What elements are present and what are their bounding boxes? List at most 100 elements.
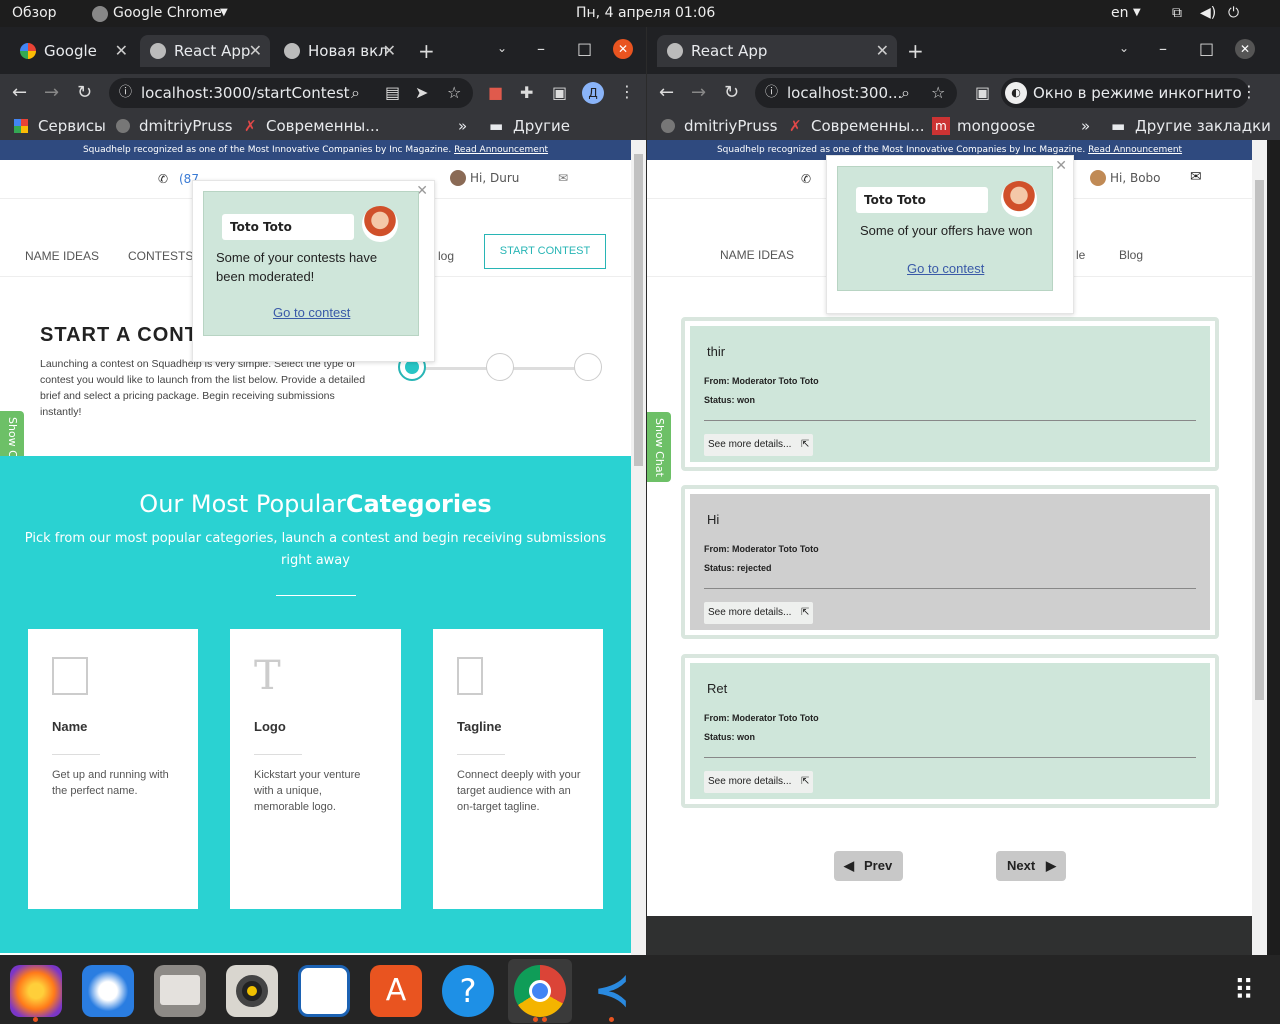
category-card-logo[interactable]: T Logo Kickstart your venture with a uni… bbox=[230, 629, 401, 909]
next-label: Next bbox=[1007, 858, 1036, 873]
network-icon[interactable]: ⧉ bbox=[1172, 5, 1182, 21]
arrow-left-icon: ◀ bbox=[844, 858, 854, 873]
step-3 bbox=[574, 353, 602, 381]
tab-new[interactable]: Новая вкл ✕ bbox=[274, 35, 404, 67]
app-menu[interactable]: Google Chrome bbox=[113, 5, 222, 21]
bookmark-modern[interactable]: Современны... bbox=[811, 112, 925, 140]
more-bookmarks-icon[interactable]: » bbox=[1081, 112, 1090, 140]
window-close-icon[interactable]: ✕ bbox=[613, 39, 633, 59]
close-icon[interactable]: ✕ bbox=[115, 35, 128, 67]
new-tab-icon[interactable]: + bbox=[907, 39, 924, 63]
language-indicator[interactable]: en bbox=[1111, 5, 1129, 21]
close-icon[interactable]: ✕ bbox=[876, 35, 889, 67]
mail-icon[interactable]: ✉ bbox=[558, 171, 568, 185]
zoom-icon[interactable]: ⌕ bbox=[901, 78, 910, 108]
go-to-contest-link[interactable]: Go to contest bbox=[907, 261, 984, 276]
forward-icon[interactable]: → bbox=[691, 82, 706, 103]
new-tab-icon[interactable]: + bbox=[418, 39, 435, 63]
vscode-icon[interactable]: ≺ bbox=[586, 965, 638, 1017]
see-more-button[interactable]: See more details... ⇱ bbox=[704, 602, 814, 624]
nav-name-ideas[interactable]: NAME IDEAS bbox=[720, 248, 794, 262]
address-bar[interactable]: ⓘ localhost:300... ⌕ ☆ bbox=[755, 78, 957, 108]
bookmark-services[interactable]: Сервисы bbox=[38, 112, 106, 140]
start-contest-button[interactable]: START CONTEST bbox=[484, 234, 606, 269]
overview-button[interactable]: Обзор bbox=[12, 5, 57, 21]
extension-icon[interactable]: ■ bbox=[488, 83, 503, 102]
chrome-icon[interactable] bbox=[514, 965, 566, 1017]
minimize-icon[interactable]: – bbox=[537, 39, 545, 58]
close-icon[interactable]: ✕ bbox=[1055, 158, 1067, 174]
user-menu[interactable]: Hi, Bobo bbox=[1110, 171, 1161, 185]
offer-body: Ret From: Moderator Toto Toto Status: wo… bbox=[690, 663, 1210, 799]
help-icon[interactable]: ? bbox=[442, 965, 494, 1017]
tab-label: React App bbox=[174, 42, 251, 60]
category-card-tagline[interactable]: Tagline Connect deeply with your target … bbox=[433, 629, 603, 909]
go-to-contest-link[interactable]: Go to contest bbox=[273, 305, 350, 320]
software-center-icon[interactable]: A bbox=[370, 965, 422, 1017]
mail-icon[interactable]: ✉ bbox=[1190, 169, 1202, 185]
puzzle-icon[interactable]: ✚ bbox=[520, 83, 533, 102]
tab-search-icon[interactable]: ⌄ bbox=[1119, 41, 1129, 55]
scrollbar[interactable] bbox=[631, 140, 646, 955]
sidebar-icon[interactable]: ▣ bbox=[552, 83, 567, 102]
scrollbar-thumb[interactable] bbox=[1255, 180, 1264, 700]
tab-react-app[interactable]: React App ✕ bbox=[140, 35, 270, 67]
reload-icon[interactable]: ↻ bbox=[77, 82, 92, 103]
bookmark-mongoose[interactable]: mongoose bbox=[957, 112, 1035, 140]
menu-dots-icon[interactable]: ⋮ bbox=[619, 82, 635, 101]
announcement-link[interactable]: Read Announcement bbox=[454, 145, 548, 155]
scrollbar-thumb[interactable] bbox=[634, 154, 643, 466]
nav-blog[interactable]: Blog bbox=[1119, 248, 1143, 262]
star-icon[interactable]: ☆ bbox=[931, 78, 945, 108]
user-menu[interactable]: Hi, Duru bbox=[470, 171, 519, 185]
minimize-icon[interactable]: – bbox=[1159, 39, 1167, 58]
firefox-icon[interactable] bbox=[10, 965, 62, 1017]
clock[interactable]: Пн, 4 апреля 01:06 bbox=[576, 5, 715, 21]
maximize-icon[interactable]: □ bbox=[1199, 39, 1214, 58]
thunderbird-icon[interactable] bbox=[82, 965, 134, 1017]
see-more-button[interactable]: See more details... ⇱ bbox=[704, 434, 814, 456]
bookmark-dmitriy[interactable]: dmitriyPruss bbox=[684, 112, 777, 140]
back-icon[interactable]: ← bbox=[12, 82, 27, 103]
files-icon[interactable] bbox=[154, 965, 206, 1017]
address-bar[interactable]: ⓘ localhost:3000/startContest ⌕ ▤ ➤ ☆ bbox=[109, 78, 473, 108]
maximize-icon[interactable]: □ bbox=[577, 39, 592, 58]
profile-avatar[interactable]: Д bbox=[582, 82, 604, 104]
scrollbar[interactable] bbox=[1252, 140, 1267, 955]
tab-google[interactable]: Google ✕ bbox=[10, 35, 136, 67]
menu-dots-icon[interactable]: ⋮ bbox=[1241, 82, 1257, 101]
apps-grid-icon[interactable]: ⠿ bbox=[1218, 965, 1270, 1017]
sidebar-icon[interactable]: ▣ bbox=[975, 83, 990, 102]
nav-item[interactable]: le bbox=[1076, 248, 1085, 262]
tab-search-icon[interactable]: ⌄ bbox=[497, 41, 507, 55]
back-icon[interactable]: ← bbox=[659, 82, 674, 103]
show-chat-button[interactable]: Show Chat bbox=[647, 412, 671, 482]
bookmark-other[interactable]: Другие закладки bbox=[1135, 112, 1271, 140]
nav-name-ideas[interactable]: NAME IDEAS bbox=[25, 249, 99, 263]
window-close-icon[interactable]: ✕ bbox=[1235, 39, 1255, 59]
star-icon[interactable]: ☆ bbox=[447, 78, 461, 108]
nav-contests[interactable]: CONTESTS bbox=[128, 249, 193, 263]
power-icon[interactable]: ⏻ bbox=[1228, 5, 1239, 21]
more-bookmarks-icon[interactable]: » bbox=[458, 112, 467, 140]
announcement-link[interactable]: Read Announcement bbox=[1088, 145, 1182, 155]
reload-icon[interactable]: ↻ bbox=[724, 82, 739, 103]
category-card-name[interactable]: Name Get up and running with the perfect… bbox=[28, 629, 198, 909]
volume-icon[interactable]: ◀) bbox=[1200, 5, 1216, 21]
close-icon[interactable]: ✕ bbox=[249, 35, 262, 67]
prev-button[interactable]: ◀ Prev bbox=[834, 851, 903, 881]
zoom-icon[interactable]: ⌕ bbox=[351, 78, 360, 108]
bookmark-modern[interactable]: Современны... bbox=[266, 112, 380, 140]
writer-icon[interactable] bbox=[298, 965, 350, 1017]
rhythmbox-icon[interactable] bbox=[226, 965, 278, 1017]
close-icon[interactable]: ✕ bbox=[383, 35, 396, 67]
tab-react-app[interactable]: React App ✕ bbox=[657, 35, 897, 67]
next-button[interactable]: Next ▶ bbox=[996, 851, 1066, 881]
see-more-button[interactable]: See more details... ⇱ bbox=[704, 771, 814, 793]
bookmark-dmitriy[interactable]: dmitriyPruss bbox=[139, 112, 232, 140]
nav-blog[interactable]: log bbox=[438, 249, 454, 263]
send-icon[interactable]: ➤ bbox=[415, 78, 428, 108]
incognito-badge[interactable]: ◐ Окно в режиме инкогнито bbox=[1001, 78, 1249, 108]
reader-icon[interactable]: ▤ bbox=[385, 78, 400, 108]
forward-icon[interactable]: → bbox=[44, 82, 59, 103]
